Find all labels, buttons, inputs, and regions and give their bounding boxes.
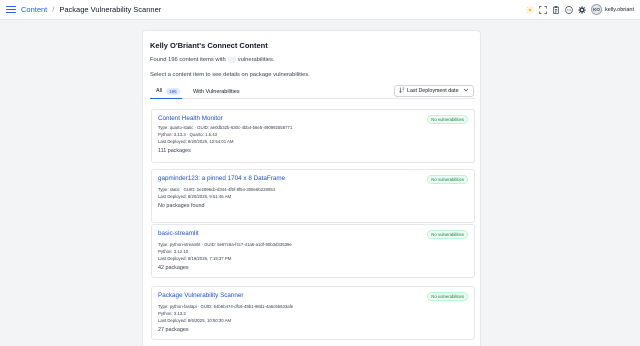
expand-icon[interactable] xyxy=(539,5,547,14)
tab-all[interactable]: All 196 xyxy=(150,84,182,99)
content-item-runtime: Python: 3.13.3 · Quarto: 1.6.43 xyxy=(158,132,218,137)
content-item[interactable]: gapminder123: a pinned 1704 x 8 DataFram… xyxy=(151,169,475,223)
content-item-title[interactable]: basic-streamlit xyxy=(158,230,199,237)
content-item-type: Type: python-fastapi · GUID: 54b6b474-df… xyxy=(158,304,294,309)
chevron-down-icon xyxy=(463,87,469,95)
breadcrumb-content-link[interactable]: Content xyxy=(21,5,47,14)
tab-all-count: 196 xyxy=(166,87,180,95)
content-item[interactable]: Package Vulnerability Scanner No vulnera… xyxy=(151,286,475,340)
package-count: 42 packages xyxy=(158,265,189,271)
content-item-title[interactable]: gapminder123: a pinned 1704 x 8 DataFram… xyxy=(158,175,285,182)
breadcrumb-current: Package Vulnerability Scanner xyxy=(59,5,162,14)
breadcrumb-separator: / xyxy=(52,5,55,14)
avatar[interactable]: KO xyxy=(591,4,603,15)
summary-text: Found 196 content items with vulnerabili… xyxy=(150,57,274,63)
content-item-title[interactable]: Package Vulnerability Scanner xyxy=(158,292,244,299)
content-card: Kelly O'Briant's Connect Content Found 1… xyxy=(142,30,481,346)
package-count: 111 packages xyxy=(158,148,191,154)
content-item-deployed: Last Deployed: 8/19/2025, 7:19:37 PM xyxy=(158,256,232,261)
sort-icon xyxy=(399,87,405,95)
sun-icon[interactable] xyxy=(526,5,534,14)
content-item-deployed: Last Deployed: 8/20/2025, 9:51:45 AM xyxy=(158,194,232,199)
content-item-type: Type: quarto-static · GUID: ae0db32b-630… xyxy=(158,125,293,130)
page-title: Kelly O'Briant's Connect Content xyxy=(150,41,268,50)
summary-prefix: Found 196 content items with xyxy=(150,57,226,63)
tab-all-label: All xyxy=(156,88,163,94)
package-count: No packages found xyxy=(158,203,205,209)
content-item-deployed: Last Deployed: 8/20/2025, 10:54:01 AM xyxy=(158,139,234,144)
sort-label: Last Deployment date xyxy=(407,88,459,94)
summary-suffix: vulnerabilities. xyxy=(237,57,275,63)
package-count: 27 packages xyxy=(158,327,189,333)
instruction-text: Select a content item to see details on … xyxy=(150,72,310,78)
more-icon[interactable] xyxy=(565,5,573,14)
username[interactable]: kelly.obriant xyxy=(605,7,634,13)
tab-with-vulnerabilities[interactable]: With Vulnerabilities xyxy=(193,84,240,99)
content-item-deployed: Last Deployed: 8/6/2025, 10:50:30 AM xyxy=(158,318,232,323)
content-item-title[interactable]: Content Health Monitor xyxy=(158,115,223,122)
top-bar: Content / Package Vulnerability Scanner … xyxy=(0,0,640,20)
status-badge: No vulnerabilities xyxy=(427,230,468,239)
sort-dropdown[interactable]: Last Deployment date xyxy=(394,85,474,97)
menu-icon[interactable] xyxy=(6,5,16,14)
content-item-type: Type: python-streamlit · GUID: 5e97c9a-f… xyxy=(158,242,292,247)
content-item-runtime: Python: 3.12.10 xyxy=(158,249,189,254)
content-item[interactable]: Content Health Monitor No vulnerabilitie… xyxy=(151,109,475,163)
content-item-type: Type: static · GUID: 2e2096cb-d344-4f5f-… xyxy=(158,187,276,192)
status-badge: No vulnerabilities xyxy=(427,175,468,184)
clipboard-icon[interactable] xyxy=(552,5,560,14)
content-item-runtime: Python: 3.13.3 xyxy=(158,311,186,316)
status-badge: No vulnerabilities xyxy=(427,292,468,301)
status-badge: No vulnerabilities xyxy=(427,115,468,124)
vulnerability-count-chip xyxy=(227,57,236,63)
content-item[interactable]: basic-streamlit No vulnerabilities Type:… xyxy=(151,224,475,278)
gear-icon[interactable] xyxy=(578,5,586,14)
